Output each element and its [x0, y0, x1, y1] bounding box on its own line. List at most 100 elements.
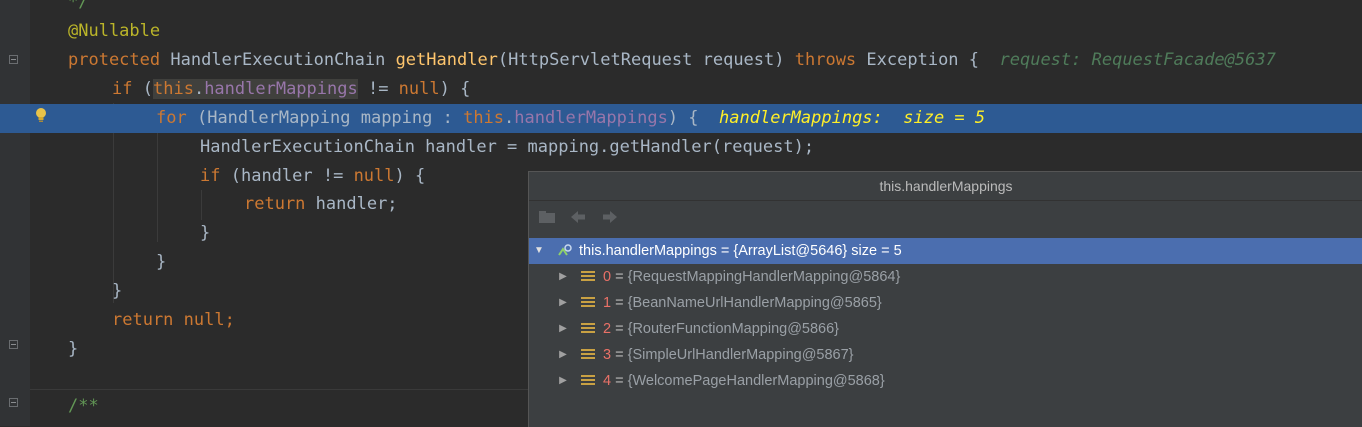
- item-value: {RouterFunctionMapping@5866}: [627, 321, 840, 337]
- field-icon: [581, 375, 595, 387]
- equals: =: [611, 269, 628, 285]
- tree-item-row[interactable]: ▶ 4 = {WelcomePageHandlerMapping@5868}: [529, 368, 1362, 394]
- tree-item-row[interactable]: ▶ 2 = {RouterFunctionMapping@5866}: [529, 316, 1362, 342]
- condition: (handler !=: [230, 166, 354, 186]
- inline-debug-hint: handlerMappings: size = 5: [719, 108, 986, 128]
- field-icon: [581, 271, 595, 283]
- keyword-null: null: [353, 166, 395, 186]
- variable-tree[interactable]: ▼ this.handlerMappings = {ArrayList@5646…: [529, 238, 1362, 394]
- code-line[interactable]: return null;: [112, 306, 235, 335]
- equals: =: [611, 347, 628, 363]
- code-line[interactable]: /**: [68, 392, 99, 421]
- operator: !=: [357, 79, 399, 99]
- code-line-method-signature[interactable]: protected HandlerExecutionChain getHandl…: [68, 46, 1276, 75]
- code-line[interactable]: }: [112, 277, 122, 306]
- annotation: @Nullable: [68, 21, 161, 41]
- equals: =: [611, 295, 628, 311]
- tree-item-row[interactable]: ▶ 1 = {BeanNameUrlHandlerMapping@5865}: [529, 290, 1362, 316]
- expand-arrow-right-icon[interactable]: ▶: [557, 290, 569, 316]
- item-value: {SimpleUrlHandlerMapping@5867}: [627, 347, 854, 363]
- keyword-null: null: [183, 310, 225, 330]
- field-icon: [581, 297, 595, 309]
- folder-icon[interactable]: [538, 209, 556, 225]
- brace: }: [200, 223, 211, 243]
- field-handler-mappings[interactable]: handlerMappings: [204, 79, 358, 99]
- indent-guide: [201, 190, 202, 220]
- current-execution-line[interactable]: for (HandlerMapping mapping : this.handl…: [0, 104, 1362, 133]
- params: (HttpServletRequest request): [497, 50, 785, 70]
- popup-toolbar: [529, 201, 1362, 233]
- brace: }: [68, 339, 79, 359]
- item-value: {WelcomePageHandlerMapping@5868}: [627, 373, 885, 389]
- field-icon: [581, 323, 595, 335]
- item-value: {BeanNameUrlHandlerMapping@5865}: [627, 295, 882, 311]
- dot: .: [504, 108, 515, 128]
- code-line[interactable]: }: [200, 219, 210, 248]
- field-icon: [581, 349, 595, 361]
- dot: .: [193, 79, 205, 99]
- keyword: return: [244, 194, 306, 214]
- equals: =: [611, 373, 628, 389]
- semicolon: ;: [224, 310, 235, 330]
- keyword: if: [112, 79, 133, 99]
- method-separator: [30, 389, 530, 390]
- forward-arrow-icon[interactable]: [601, 209, 619, 225]
- keyword: protected: [68, 50, 161, 70]
- item-index: 1: [603, 295, 612, 311]
- code-line[interactable]: return handler;: [244, 190, 398, 219]
- code-line[interactable]: }: [156, 248, 166, 277]
- root-label: this.handlerMappings = {ArrayList@5646} …: [579, 243, 902, 259]
- comment-text: */: [68, 0, 89, 12]
- item-index: 0: [603, 269, 612, 285]
- code-line[interactable]: @Nullable: [68, 17, 160, 46]
- paren: (: [142, 79, 153, 99]
- brace: ) {: [667, 108, 699, 128]
- fold-marker-icon[interactable]: [9, 55, 18, 64]
- method-name[interactable]: getHandler: [396, 50, 498, 70]
- lightbulb-icon[interactable]: [34, 107, 48, 123]
- comment-text: /**: [68, 396, 99, 416]
- fold-marker-icon[interactable]: [9, 398, 18, 407]
- keyword: return: [112, 310, 174, 330]
- brace: ) {: [439, 79, 471, 99]
- inline-debug-hint: request: RequestFacade@5637: [999, 50, 1276, 70]
- equals: =: [611, 321, 628, 337]
- expand-arrow-right-icon[interactable]: ▶: [557, 342, 569, 368]
- expand-arrow-right-icon[interactable]: ▶: [557, 368, 569, 394]
- keyword: throws: [794, 50, 857, 70]
- popup-title[interactable]: this.handlerMappings: [529, 172, 1362, 201]
- code-line[interactable]: */: [68, 0, 88, 17]
- for-header: (HandlerMapping mapping :: [196, 108, 464, 128]
- return-type: HandlerExecutionChain: [170, 50, 386, 70]
- keyword: if: [200, 166, 221, 186]
- statement: handler;: [305, 194, 398, 214]
- fold-marker-icon[interactable]: [9, 340, 18, 349]
- code-line[interactable]: if (this.handlerMappings != null) {: [112, 75, 470, 104]
- keyword-this: this: [463, 108, 505, 128]
- code-line[interactable]: }: [68, 335, 78, 364]
- brace: ) {: [394, 166, 426, 186]
- statement: HandlerExecutionChain handler = mapping.…: [200, 137, 815, 157]
- watch-variable-icon: [558, 244, 572, 256]
- exception-type: Exception {: [866, 50, 980, 70]
- code-line[interactable]: if (handler != null) {: [200, 162, 425, 191]
- item-index: 3: [603, 347, 612, 363]
- variable-inspector-popup[interactable]: this.handlerMappings ▼ this.handlerMappi…: [528, 171, 1362, 427]
- field-handler-mappings[interactable]: handlerMappings: [514, 108, 668, 128]
- expand-arrow-down-icon[interactable]: ▼: [533, 238, 545, 264]
- tree-item-row[interactable]: ▶ 0 = {RequestMappingHandlerMapping@5864…: [529, 264, 1362, 290]
- tree-root-row[interactable]: ▼ this.handlerMappings = {ArrayList@5646…: [529, 238, 1362, 264]
- tree-item-row[interactable]: ▶ 3 = {SimpleUrlHandlerMapping@5867}: [529, 342, 1362, 368]
- indent-guide: [157, 132, 158, 242]
- back-arrow-icon[interactable]: [569, 209, 587, 225]
- brace: }: [156, 252, 167, 272]
- code-line[interactable]: HandlerExecutionChain handler = mapping.…: [200, 133, 814, 162]
- expand-arrow-right-icon[interactable]: ▶: [557, 264, 569, 290]
- indent-guide: [113, 103, 114, 303]
- item-index: 2: [603, 321, 612, 337]
- expand-arrow-right-icon[interactable]: ▶: [557, 316, 569, 342]
- brace: }: [112, 281, 123, 301]
- item-index: 4: [603, 373, 612, 389]
- keyword-this: this: [152, 79, 194, 99]
- keyword: for: [156, 108, 187, 128]
